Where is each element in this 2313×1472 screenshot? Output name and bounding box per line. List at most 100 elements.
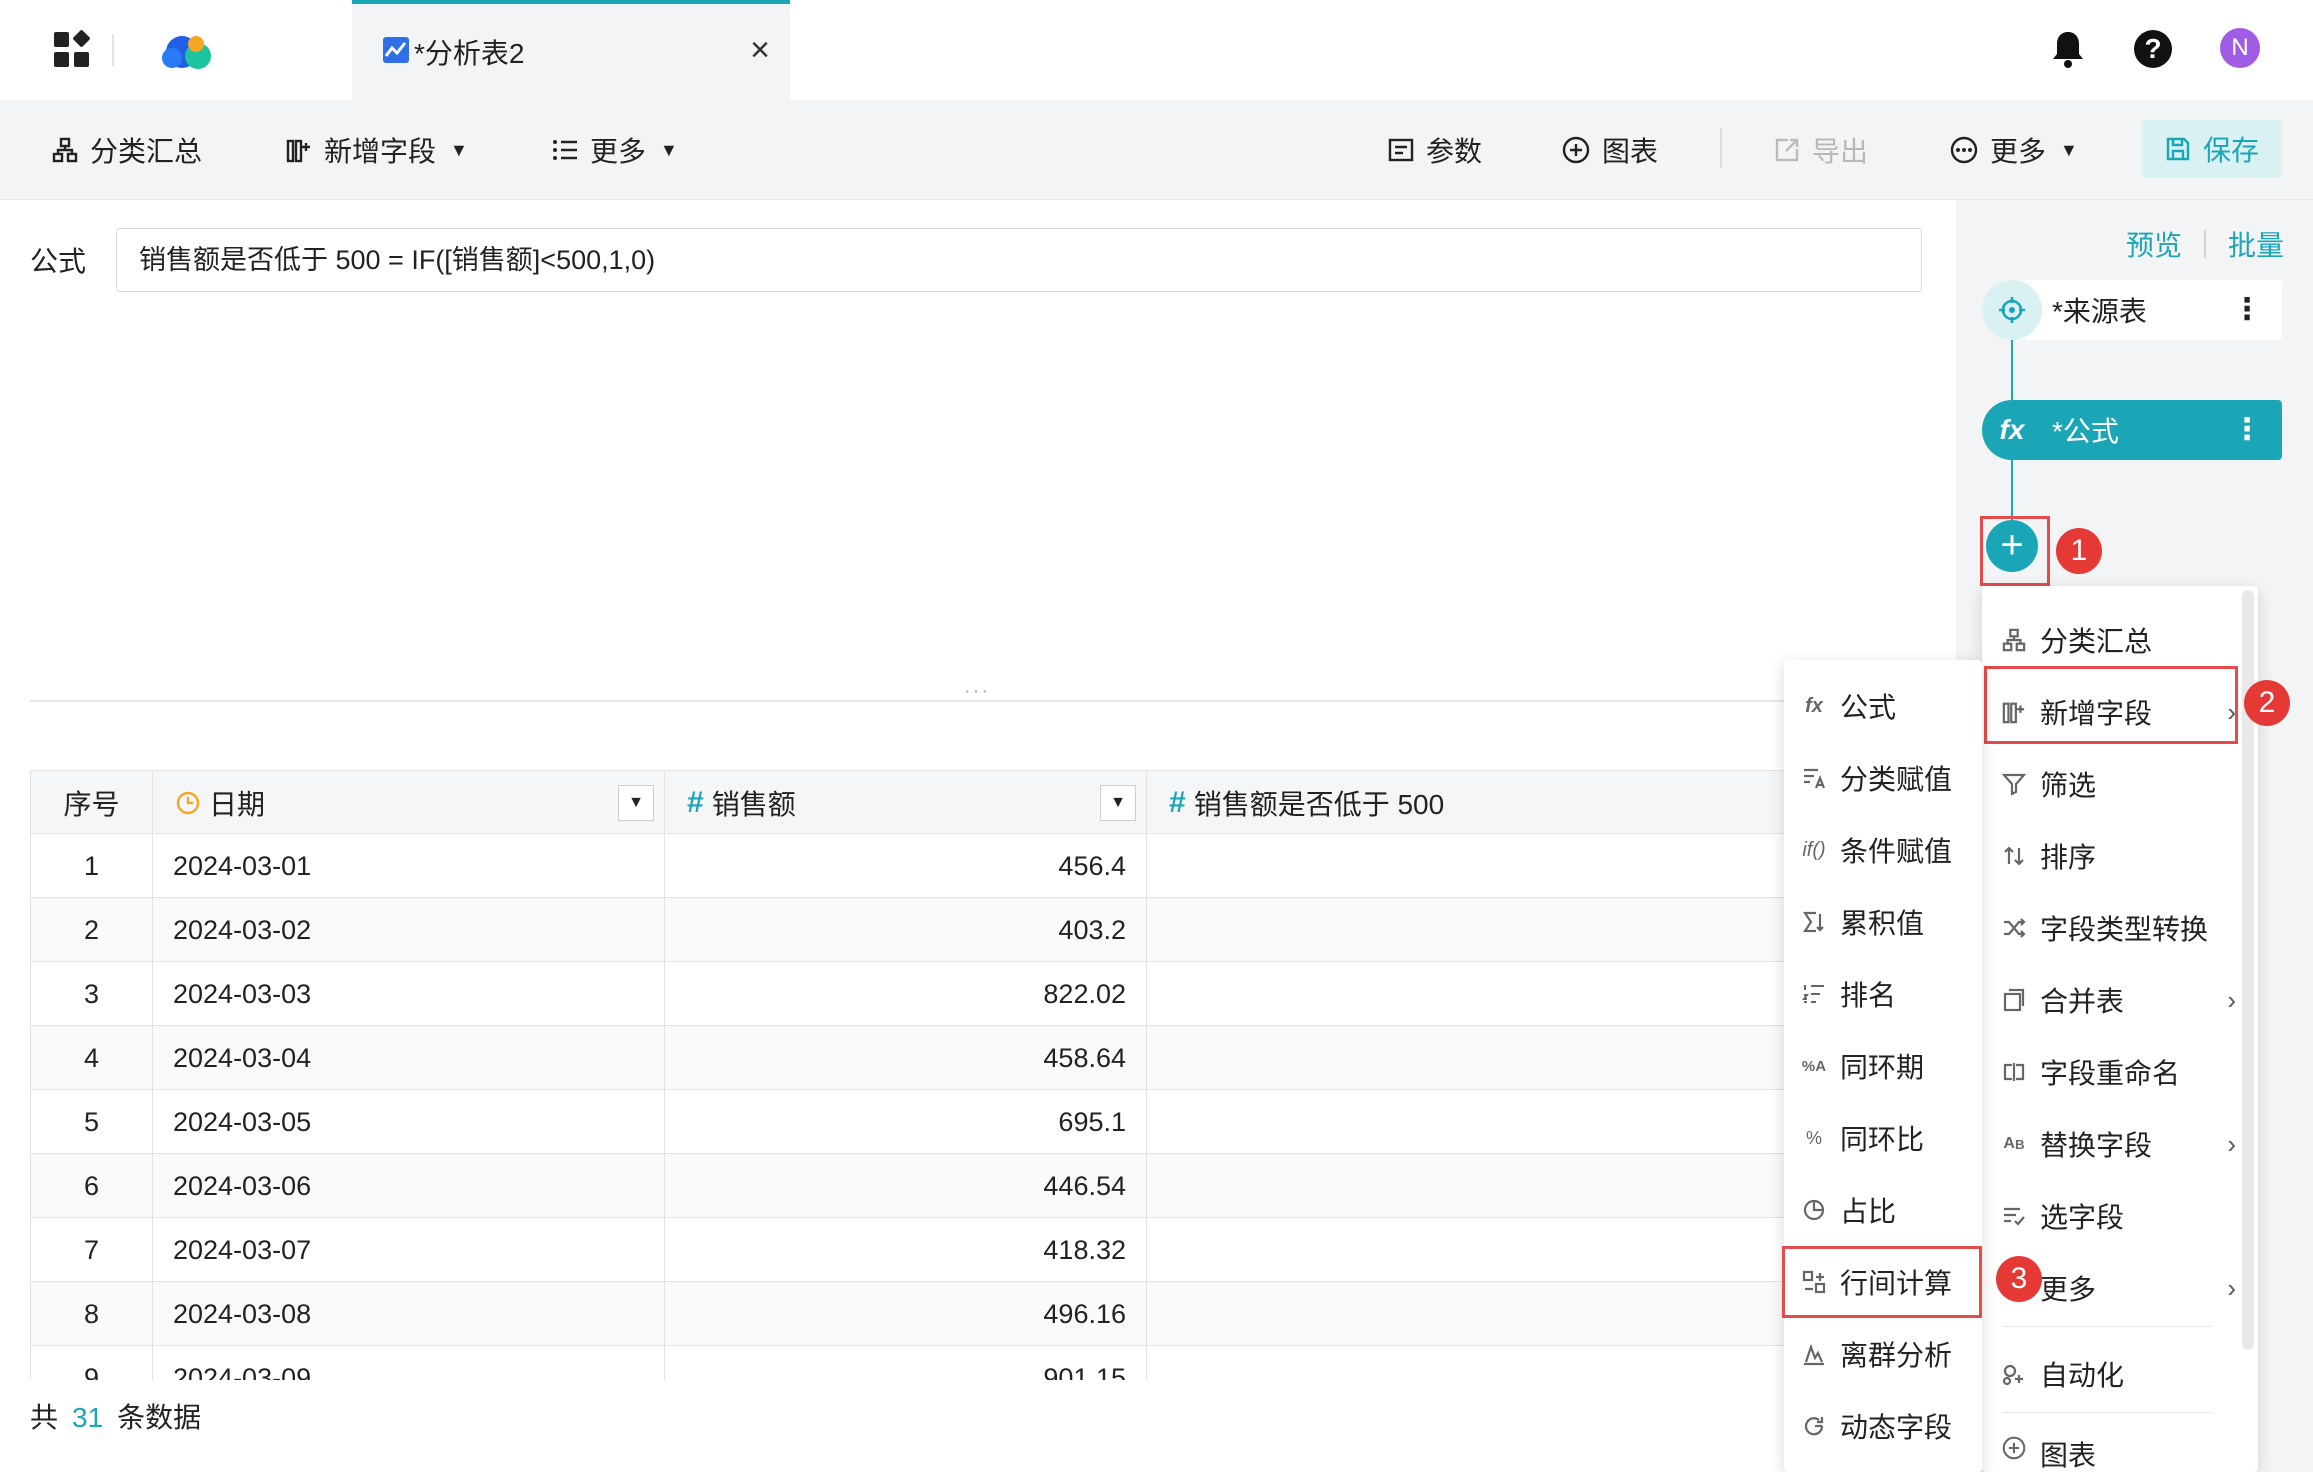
replace-icon: AB [2003, 1135, 2025, 1152]
add-field-label: 新增字段 [324, 136, 437, 167]
submenu-item-formula[interactable]: fx 公式 [1784, 676, 1982, 736]
cumulative-icon [1800, 908, 1828, 936]
menu-item-automation[interactable]: 自动化 [1982, 1344, 2258, 1404]
menu-item-chart[interactable]: 图表 [1982, 1426, 2258, 1472]
add-column-icon [286, 139, 310, 163]
table-row[interactable]: 4 2024-03-04 458.64 [30, 1026, 1941, 1090]
number-type-icon: # [687, 786, 704, 819]
step-badge-3: 3 [1996, 1256, 2042, 1302]
more-right-label: 更多 [1990, 136, 2047, 167]
logo-icon [162, 36, 211, 69]
select-fields-icon [2000, 1202, 2028, 1230]
sales-column-dropdown[interactable]: ▼ [1100, 785, 1136, 821]
table-header: 序号 日期 ▼ # 销售额 ▼ # 销售额是否低于 500 [30, 770, 1941, 835]
caret-down-icon: ▼ [2060, 139, 2078, 160]
footer-bar [0, 1380, 1956, 1472]
more-left-label: 更多 [590, 136, 647, 167]
formula-node-label: *公式 [2052, 416, 2119, 447]
params-icon [1388, 138, 1414, 162]
clock-icon [176, 791, 200, 815]
date-column-dropdown[interactable]: ▼ [618, 785, 654, 821]
more-left-button[interactable]: 更多 ▼ [552, 128, 678, 172]
table-body: 1 2024-03-01 456.4 2 2024-03-02 403.2 3 … [30, 834, 1941, 1410]
kebab-menu-icon[interactable]: ⋮ [2232, 410, 2262, 450]
chart-label: 图表 [1602, 136, 1659, 167]
main-panel: 公式 销售额是否低于 500 = IF([销售额]<500,1,0) ··· 序… [0, 200, 1956, 1472]
formula-node[interactable]: fx *公式 ⋮ [1982, 400, 2282, 460]
submenu-item-condition-assign[interactable]: if() 条件赋值 [1784, 820, 1982, 880]
pie-icon [1800, 1196, 1828, 1224]
add-field-submenu: fx 公式 分类赋值 if() 条件赋值 累积值 排名 %A 同环期 % 同环比… [1784, 660, 1982, 1472]
rename-icon [2000, 1058, 2028, 1086]
apps-grid-icon[interactable] [52, 30, 92, 70]
menu-item-filter[interactable]: 筛选 [1982, 754, 2258, 814]
chart-button[interactable]: 图表 [1562, 128, 1658, 172]
table-row[interactable]: 2 2024-03-02 403.2 [30, 898, 1941, 962]
column-header-date[interactable]: 日期 ▼ [153, 771, 665, 835]
tab-close-icon[interactable]: × [740, 30, 780, 70]
chevron-right-icon: › [2227, 1128, 2236, 1159]
more-right-button[interactable]: 更多 ▼ [1950, 128, 2078, 172]
table-row[interactable]: 8 2024-03-08 496.16 [30, 1282, 1941, 1346]
table-row[interactable]: 3 2024-03-03 822.02 [30, 962, 1941, 1026]
tab-title: *分析表2 [414, 38, 525, 69]
export-button[interactable]: 导出 [1774, 128, 1868, 172]
menu-item-sort[interactable]: 排序 [1982, 826, 2258, 886]
submenu-item-period[interactable]: %A 同环期 [1784, 1036, 1982, 1096]
top-separator [112, 34, 114, 66]
menu-item-merge-table[interactable]: 合并表 › [1982, 970, 2258, 1030]
export-label: 导出 [1812, 136, 1869, 167]
submenu-item-proportion[interactable]: 占比 [1784, 1180, 1982, 1240]
toolbar: 分类汇总 新增字段 ▼ 更多 ▼ 参数 图表 导出 更多 ▼ [0, 100, 2313, 200]
category-assign-icon [1800, 764, 1828, 792]
chevron-right-icon: › [2227, 984, 2236, 1015]
if-icon: if() [1802, 838, 1826, 861]
help-icon[interactable]: ? [2134, 30, 2172, 68]
source-table-node[interactable]: *来源表 ⋮ [1982, 280, 2282, 340]
bell-icon[interactable] [2048, 28, 2088, 70]
preview-link[interactable]: 预览 [2126, 224, 2182, 264]
sort-icon [2000, 842, 2028, 870]
merge-icon [2000, 986, 2028, 1014]
table-row[interactable]: 1 2024-03-01 456.4 [30, 834, 1941, 898]
save-button[interactable]: 保存 [2142, 120, 2282, 178]
source-table-label: *来源表 [2052, 296, 2147, 327]
avatar[interactable]: N [2220, 28, 2260, 68]
splitter-handle[interactable]: ··· [964, 680, 990, 703]
kebab-menu-icon[interactable]: ⋮ [2232, 290, 2262, 330]
group-summary-button[interactable]: 分类汇总 [52, 128, 202, 172]
shuffle-icon [2000, 914, 2028, 942]
submenu-item-category-assign[interactable]: 分类赋值 [1784, 748, 1982, 808]
params-button[interactable]: 参数 [1388, 128, 1482, 172]
menu-item-group-summary[interactable]: 分类汇总 [1982, 610, 2258, 670]
column-header-sales[interactable]: # 销售额 ▼ [665, 771, 1147, 835]
submenu-item-rank[interactable]: 排名 [1784, 964, 1982, 1024]
submenu-item-ratio[interactable]: % 同环比 [1784, 1108, 1982, 1168]
menu-item-type-convert[interactable]: 字段类型转换 [1982, 898, 2258, 958]
period-icon: %A [1801, 1057, 1827, 1075]
flow-connector [2011, 460, 2013, 522]
dynamic-field-icon [1800, 1412, 1828, 1440]
submenu-item-outlier[interactable]: 离群分析 [1784, 1324, 1982, 1384]
menu-item-rename-field[interactable]: 字段重命名 [1982, 1042, 2258, 1102]
table-row[interactable]: 6 2024-03-06 446.54 [30, 1154, 1941, 1218]
table-row[interactable]: 7 2024-03-07 418.32 [30, 1218, 1941, 1282]
formula-input[interactable]: 销售额是否低于 500 = IF([销售额]<500,1,0) [116, 228, 1922, 292]
save-icon [2166, 137, 2190, 161]
submenu-item-cumulative[interactable]: 累积值 [1784, 892, 1982, 952]
tree-icon [52, 137, 78, 163]
line-chart-tab-icon [383, 37, 409, 63]
more-circle-icon [1950, 136, 1978, 164]
submenu-item-dynamic-field[interactable]: 动态字段 [1784, 1396, 1982, 1456]
flow-connector [2011, 340, 2013, 400]
flow-links: 预览 批量 [2126, 224, 2284, 264]
group-summary-label: 分类汇总 [90, 136, 203, 167]
batch-link[interactable]: 批量 [2228, 224, 2284, 264]
tab-analysis-table[interactable]: *分析表2 × [352, 0, 790, 100]
add-field-button[interactable]: 新增字段 ▼ [286, 128, 468, 172]
table-row[interactable]: 5 2024-03-05 695.1 [30, 1090, 1941, 1154]
menu-divider [2002, 1412, 2212, 1413]
ratio-icon: % [1805, 1127, 1822, 1148]
menu-item-select-fields[interactable]: 选字段 [1982, 1186, 2258, 1246]
menu-item-replace-field[interactable]: AB 替换字段 › [1982, 1114, 2258, 1174]
